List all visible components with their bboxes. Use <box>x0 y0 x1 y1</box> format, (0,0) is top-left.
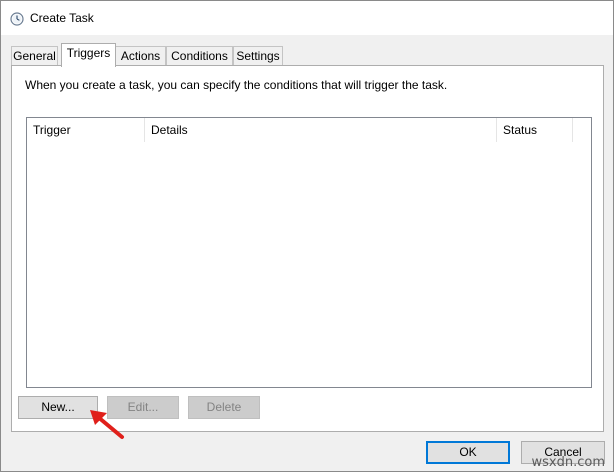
red-arrow-icon <box>86 407 128 443</box>
column-header-status[interactable]: Status <box>497 118 573 142</box>
tab-conditions[interactable]: Conditions <box>166 46 233 66</box>
column-header-details[interactable]: Details <box>145 118 497 142</box>
delete-trigger-button[interactable]: Delete <box>188 396 260 419</box>
title-bar: Create Task <box>1 1 613 35</box>
create-task-dialog: Create Task General Triggers Actions Con… <box>0 0 614 472</box>
triggers-list[interactable]: Trigger Details Status <box>26 117 592 388</box>
task-scheduler-clock-icon <box>10 12 24 26</box>
column-header-trigger[interactable]: Trigger <box>27 118 145 142</box>
tab-actions[interactable]: Actions <box>115 46 166 66</box>
tab-triggers[interactable]: Triggers <box>61 43 116 67</box>
tab-general[interactable]: General <box>11 46 58 66</box>
window-title: Create Task <box>30 11 94 25</box>
ok-button[interactable]: OK <box>426 441 510 464</box>
tab-settings[interactable]: Settings <box>233 46 283 66</box>
triggers-tab-panel: When you create a task, you can specify … <box>11 65 604 432</box>
triggers-description: When you create a task, you can specify … <box>25 78 448 92</box>
watermark-text: wsxdn.com <box>531 455 606 470</box>
